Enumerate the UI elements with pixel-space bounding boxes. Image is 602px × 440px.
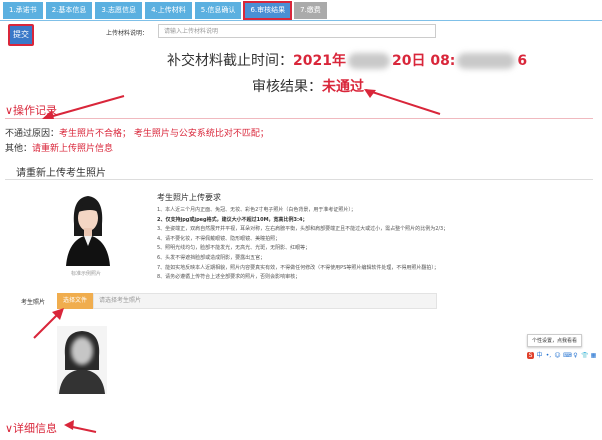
ime-toolbar[interactable]: S 中 •, ☺ ⌨ ♀ 👕 ▦ [527,350,597,360]
requirement-item: 5、照明光线均匀，脸部不能发光，无高光、光斑，无阴影、红眼等； [157,245,311,252]
reason-label: 不通过原因： [5,129,60,139]
redacted-mark [457,53,516,69]
upload-note-label: 上传材料说明： [106,30,149,37]
annotation-arrow-icon [364,89,441,115]
review-result: 审核结果：未通过 [252,76,364,96]
requirement-item: 2、仅支持jpg或jpeg格式，建议大小不超过10M，宽高比例3:4； [157,216,308,223]
divider [5,179,593,180]
step-tab-volunteer-info[interactable]: 3.志愿信息 [95,2,143,19]
deadline-line: 补交材料截止时间：2021年 20日 08: 6 [167,50,527,70]
redacted-mark [347,53,390,69]
step-tabs: 1.承诺书 2.基本信息 3.志愿信息 4.上传材料 5.信息确认 6.审核结果… [3,1,327,20]
chinese-mode-icon[interactable]: 中 [536,352,543,359]
requirement-item: 8、请务必遵循上传符合上述全部要求的照片，否则会影响审核； [157,274,301,281]
reject-reason: 不通过原因：考生照片不合格； 考生照片与公安系统比对不匹配； [5,126,269,139]
requirements-list: 1、本人近三个月内正面、免冠、无妆、彩色2寸电子照片（白色背景，用于准考证照片）… [157,206,448,283]
step-tab-payment[interactable]: 7.缴费 [294,2,327,19]
requirement-item: 4、请不要化妆，不得佩戴眼镜、隐形眼镜、美瞳拍照； [157,235,281,242]
result-label: 审核结果： [252,79,322,95]
user-icon[interactable]: ♀ [572,352,579,359]
requirement-item: 1、本人近三个月内正面、免冠、无妆、彩色2寸电子照片（白色背景，用于准考证照片）… [157,207,356,213]
deadline-value: 2021年 20日 08: 6 [293,53,528,69]
step-tab-commitment[interactable]: 1.承诺书 [3,2,43,19]
submit-button[interactable]: 提交 [8,24,34,46]
step-tab-basic-info[interactable]: 2.基本信息 [45,2,93,19]
reason-value: 考生照片不合格； 考生照片与公安系统比对不匹配； [59,129,269,139]
toolbox-icon[interactable]: ▦ [590,352,597,359]
sample-caption: 标准示例照片 [71,271,102,277]
sogou-icon[interactable]: S [527,351,534,359]
detail-info-toggle[interactable]: ∨详细信息 [5,420,57,436]
divider [0,20,602,21]
other-note: 其他：请重新上传照片信息 [5,141,113,154]
annotation-arrow-icon [64,420,97,433]
skin-icon[interactable]: 👕 [581,352,588,359]
requirements-title: 考生照片上传要求 [157,193,221,202]
photo-file-input[interactable]: 请选择考生照片 [93,293,437,309]
result-value: 未通过 [322,79,364,95]
other-value: 请重新上传照片信息 [32,144,114,154]
deadline-label: 补交材料截止时间： [167,53,293,69]
annotation-arrow-icon [42,95,125,119]
upload-note-input[interactable]: 请输入上传材料说明 [158,24,436,38]
annotation-arrow-icon [33,308,64,339]
step-tab-info-confirm[interactable]: 5.信息确认 [194,2,242,19]
settings-tooltip: 个性设置，点我看看 [527,334,583,347]
keyboard-icon[interactable]: ⌨ [563,352,572,359]
punctuation-icon[interactable]: •, [545,352,552,359]
sample-photo [62,190,114,266]
step-tab-upload-materials[interactable]: 4.上传材料 [145,2,192,19]
requirement-item: 3、坐姿端正，双肩自然展开并平视，耳朵对称，左右肩膀平衡，头部和肩部要端正且不能… [157,226,449,233]
step-tab-review-result[interactable]: 6.审核结果 [243,1,293,20]
other-label: 其他： [5,144,33,154]
requirement-item: 6、头发不得遮挡脸部或造成阴影，要露出五官； [157,254,266,261]
emoji-icon[interactable]: ☺ [554,352,561,359]
reupload-title: 请重新上传考生照片 [16,168,106,179]
requirement-item: 7、能如实地反映本人近期相貌，照片内容要真实有效，不得做任何修改（不得使用PS等… [157,264,439,271]
